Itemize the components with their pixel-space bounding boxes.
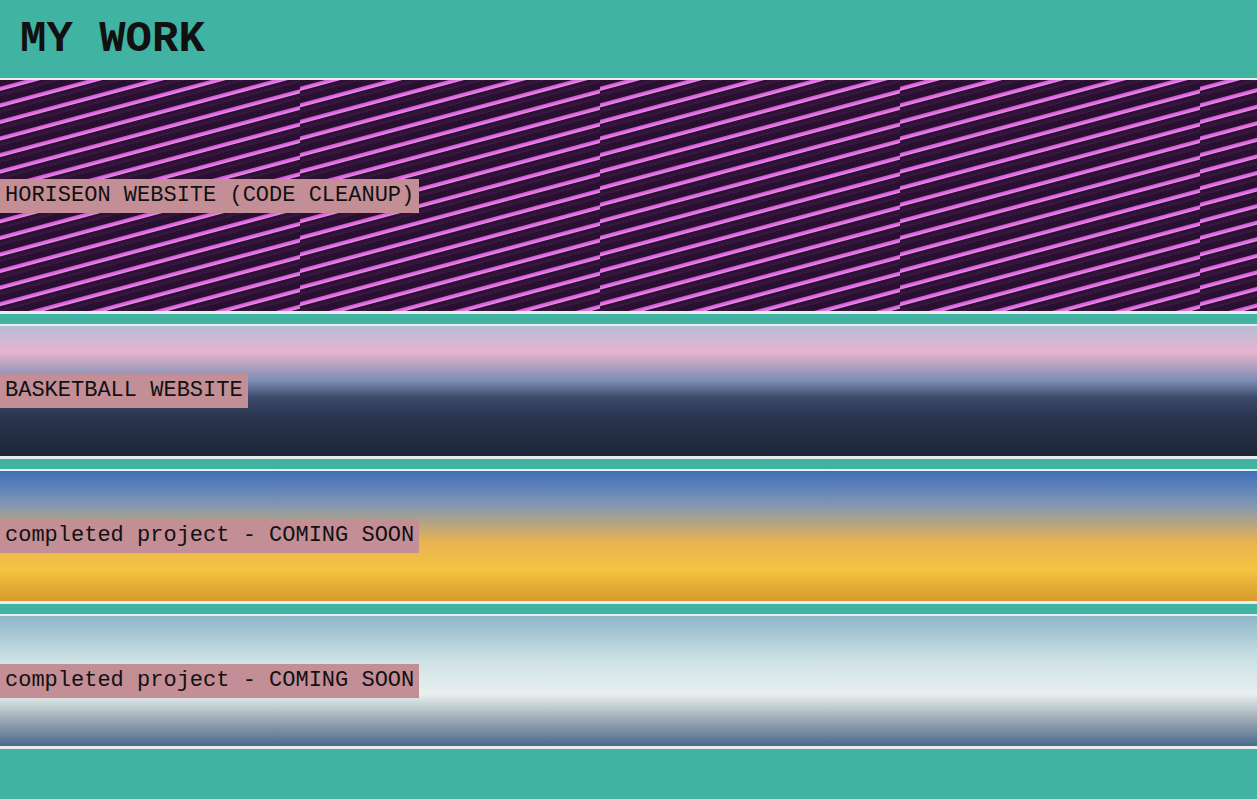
project-list: HORISEON WEBSITE (CODE CLEANUP) BASKETBAL…: [0, 78, 1257, 749]
project-label[interactable]: completed project - COMING SOON: [0, 664, 419, 698]
project-card[interactable]: BASKETBALL WEBSITE: [0, 324, 1257, 459]
page: MY WORK HORISEON WEBSITE (CODE CLEANUP) BA…: [0, 0, 1257, 799]
project-card[interactable]: completed project - COMING SOON: [0, 469, 1257, 604]
project-label[interactable]: BASKETBALL WEBSITE: [0, 374, 248, 408]
project-card[interactable]: HORISEON WEBSITE (CODE CLEANUP): [0, 78, 1257, 314]
header: MY WORK: [0, 0, 1257, 78]
page-title: MY WORK: [20, 14, 205, 64]
project-label[interactable]: HORISEON WEBSITE (CODE CLEANUP): [0, 179, 419, 213]
project-card[interactable]: completed project - COMING SOON: [0, 614, 1257, 749]
project-label[interactable]: completed project - COMING SOON: [0, 519, 419, 553]
